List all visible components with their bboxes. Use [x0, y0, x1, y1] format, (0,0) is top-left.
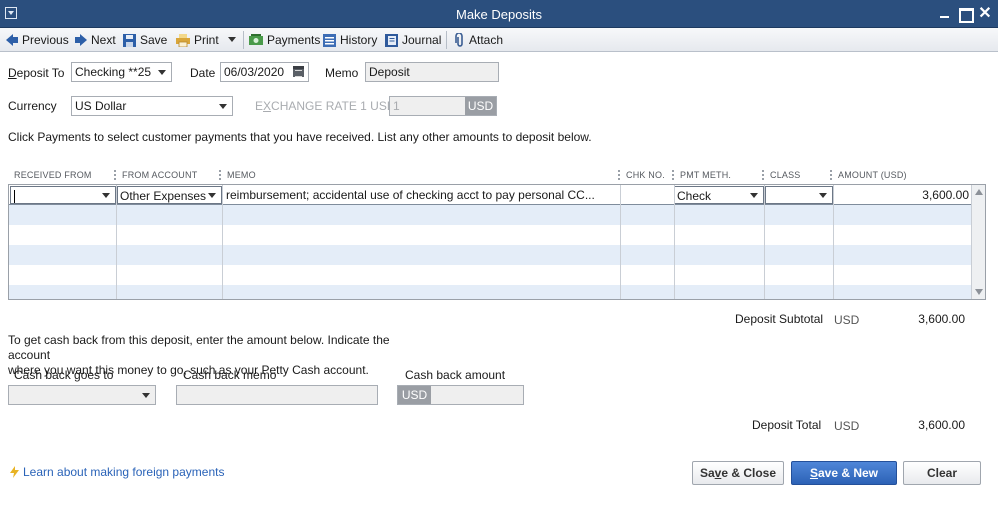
column-header-amount[interactable]: AMOUNT (USD) [838, 170, 907, 180]
instructions-text: Click Payments to select customer paymen… [8, 130, 592, 144]
deposit-to-combo[interactable]: Checking **25 [71, 62, 172, 82]
table-row[interactable] [9, 205, 972, 225]
print-button[interactable]: Print [176, 32, 219, 48]
cash-back-goes-to-label: Cash back goes to [14, 368, 114, 382]
toolbar-separator [243, 31, 244, 49]
from-account-combo[interactable]: Other Expenses [117, 186, 222, 204]
text-cursor [14, 190, 15, 203]
table-row[interactable] [9, 285, 972, 299]
close-button[interactable]: ✕ [977, 6, 993, 22]
deposit-subtotal-value: 3,600.00 [918, 312, 965, 326]
clear-button[interactable]: Clear [903, 461, 981, 485]
column-header-class[interactable]: CLASS [770, 170, 801, 180]
currency-label: Currency [8, 99, 57, 113]
deposit-grid: Other Expenses reimbursement; accidental… [8, 184, 986, 300]
floppy-disk-icon [123, 33, 136, 47]
table-row[interactable] [9, 265, 972, 285]
journal-button[interactable]: Journal [385, 32, 441, 48]
cash-back-memo-field[interactable] [176, 385, 378, 405]
amount-cell[interactable]: 3,600.00 [835, 186, 969, 206]
column-divider [222, 185, 223, 299]
payments-icon [249, 33, 263, 45]
window-title: Make Deposits [456, 7, 542, 22]
payments-button[interactable]: Payments [249, 32, 320, 48]
printer-icon [176, 33, 190, 47]
calendar-icon[interactable] [293, 66, 304, 77]
pmt-meth-combo[interactable]: Check [674, 186, 764, 204]
deposit-total-label: Deposit Total [752, 418, 822, 432]
title-bar: Make Deposits ✕ [0, 0, 998, 28]
column-header-chk-no[interactable]: CHK NO. [626, 170, 665, 180]
scroll-up-arrow-icon[interactable] [975, 189, 983, 195]
print-dropdown-caret-icon[interactable] [228, 32, 240, 48]
vertical-scrollbar[interactable] [971, 185, 985, 299]
table-row[interactable] [9, 245, 972, 265]
cash-back-goes-to-combo[interactable] [8, 385, 156, 405]
toolbar: Previous Next Save Print Payments Histor… [0, 28, 998, 52]
column-header-memo[interactable]: MEMO [227, 170, 256, 180]
lightning-bolt-icon [10, 466, 19, 478]
column-header-received-from[interactable]: RECEIVED FROM [14, 170, 92, 180]
arrow-right-icon [75, 34, 87, 46]
column-divider [116, 185, 117, 299]
currency-combo[interactable]: US Dollar [71, 96, 233, 116]
chevron-down-icon [219, 104, 227, 109]
chevron-down-icon [142, 393, 150, 398]
save-button[interactable]: Save [123, 32, 167, 48]
journal-icon [385, 33, 398, 47]
date-label: Date [190, 66, 216, 80]
deposit-total-currency: USD [834, 419, 860, 433]
attach-button[interactable]: Attach [455, 32, 503, 48]
memo-field[interactable]: Deposit [365, 62, 499, 82]
minimize-button[interactable] [937, 6, 953, 22]
chevron-down-icon [102, 193, 110, 198]
column-divider [620, 185, 621, 299]
column-header-pmt-meth[interactable]: PMT METH. [680, 170, 731, 180]
chk-no-cell[interactable] [624, 186, 674, 206]
chevron-down-icon [750, 193, 758, 198]
column-header-from-account[interactable]: FROM ACCOUNT [122, 170, 197, 180]
save-and-close-button[interactable]: Save & Close [692, 461, 784, 485]
arrow-left-icon [6, 34, 18, 46]
save-and-new-button[interactable]: Save & New [791, 461, 897, 485]
chevron-down-icon [158, 70, 166, 75]
class-combo[interactable] [765, 186, 833, 204]
table-row[interactable] [9, 225, 972, 245]
deposit-to-label: Deposit To [8, 66, 65, 80]
deposit-subtotal-label: Deposit Subtotal [735, 312, 824, 326]
memo-cell[interactable]: reimbursement; accidental use of checkin… [226, 186, 616, 206]
column-divider [833, 185, 834, 299]
toolbar-separator [446, 31, 447, 49]
history-button[interactable]: History [323, 32, 377, 48]
column-divider [764, 185, 765, 299]
deposit-grid-header: RECEIVED FROM FROM ACCOUNT MEMO CHK NO. … [8, 168, 986, 184]
learn-foreign-payments-link[interactable]: Learn about making foreign payments [10, 465, 224, 479]
deposit-subtotal-currency: USD [834, 313, 860, 327]
exchange-rate-label: EXCHANGE RATE 1 USD = [255, 99, 406, 113]
cash-back-amount-label: Cash back amount [405, 368, 506, 382]
history-icon [323, 33, 336, 47]
cash-back-currency-tag: USD [398, 386, 431, 404]
received-from-combo[interactable] [10, 186, 116, 204]
table-row[interactable]: Other Expenses reimbursement; accidental… [9, 185, 972, 205]
column-divider [674, 185, 675, 299]
exchange-currency-tag: USD [465, 97, 496, 115]
deposit-total-value: 3,600.00 [918, 418, 965, 432]
memo-label: Memo [325, 66, 359, 80]
previous-button[interactable]: Previous [6, 32, 69, 48]
chevron-down-icon [819, 193, 827, 198]
chevron-down-icon [208, 193, 216, 198]
scroll-down-arrow-icon[interactable] [975, 289, 983, 295]
maximize-button[interactable] [957, 6, 974, 23]
next-button[interactable]: Next [75, 32, 116, 48]
date-field[interactable]: 06/03/2020 [220, 62, 309, 82]
paperclip-icon [455, 33, 463, 47]
cash-back-memo-label: Cash back memo [183, 368, 277, 382]
